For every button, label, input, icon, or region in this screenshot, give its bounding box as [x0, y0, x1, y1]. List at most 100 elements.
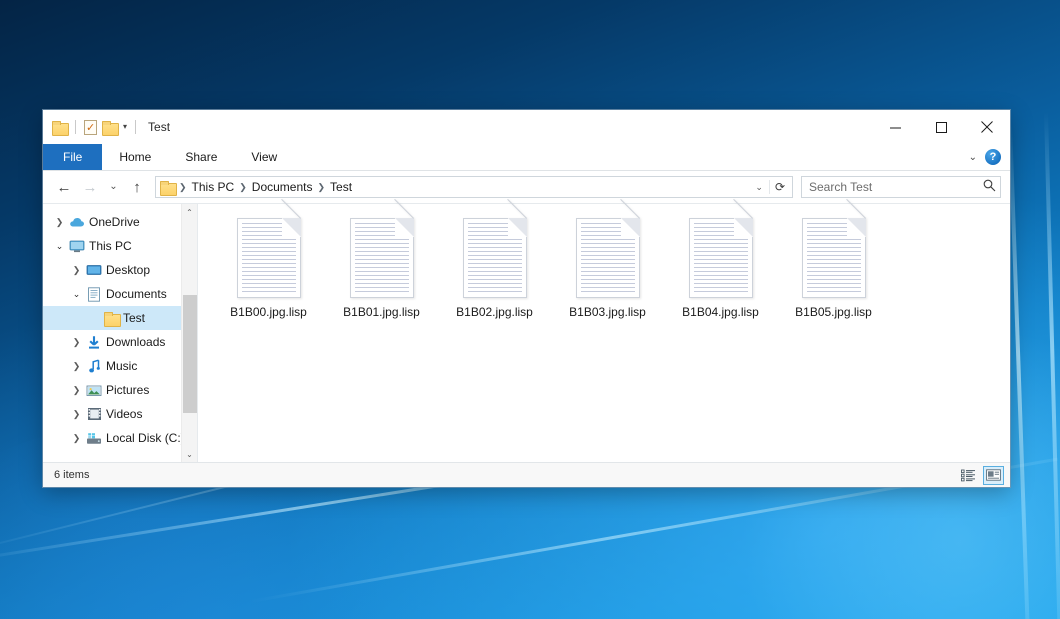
document-icon [689, 218, 753, 298]
breadcrumb-item-documents[interactable]: Documents [248, 180, 317, 194]
sidebar-item-label: OneDrive [89, 215, 140, 229]
window-title: Test [148, 120, 170, 134]
file-item[interactable]: B1B04.jpg.lisp [664, 214, 777, 319]
new-folder-icon[interactable] [102, 121, 117, 134]
title-bar: ✓ ▾ Test [43, 110, 1010, 144]
breadcrumb[interactable]: ❯ This PC ❯ Documents ❯ Test ⌄ ⟳ [155, 176, 793, 198]
chevron-right-icon[interactable]: ❯ [68, 385, 85, 396]
file-name: B1B00.jpg.lisp [230, 305, 307, 319]
file-grid: B1B00.jpg.lisp B1B01.jpg.lisp [212, 214, 1010, 319]
quick-access-toolbar: ✓ ▾ [52, 120, 139, 135]
breadcrumb-separator: ❯ [316, 182, 326, 193]
help-icon[interactable]: ? [985, 149, 1001, 165]
sidebar-item-videos[interactable]: ❯ Videos [43, 402, 197, 426]
sidebar-item-label: Pictures [106, 383, 149, 397]
tab-home[interactable]: Home [102, 144, 168, 170]
chevron-right-icon[interactable]: ❯ [68, 337, 85, 348]
file-item[interactable]: B1B00.jpg.lisp [212, 214, 325, 319]
folder-glyph [104, 312, 119, 325]
cloud-icon [68, 216, 86, 228]
sidebar-item-pictures[interactable]: ❯ Pictures [43, 378, 197, 402]
sidebar-item-label: Documents [106, 287, 167, 301]
music-icon [85, 359, 103, 374]
view-mode-buttons [958, 466, 1004, 485]
file-item[interactable]: B1B03.jpg.lisp [551, 214, 664, 319]
file-item[interactable]: B1B05.jpg.lisp [777, 214, 890, 319]
breadcrumb-folder-icon [160, 181, 175, 194]
tab-file[interactable]: File [43, 144, 102, 170]
sidebar-item-label: Local Disk (C:) [106, 431, 185, 445]
file-name: B1B04.jpg.lisp [682, 305, 759, 319]
close-icon[interactable] [964, 110, 1010, 144]
file-explorer-window: ✓ ▾ Test File Home [43, 110, 1010, 487]
chevron-right-icon[interactable]: ❯ [68, 361, 85, 372]
chevron-down-icon[interactable]: ▾ [123, 123, 127, 131]
folder-icon[interactable] [52, 121, 67, 134]
recent-locations-chevron-down-icon[interactable]: ⌄ [104, 175, 123, 199]
chevron-down-icon[interactable]: ⌄ [68, 289, 85, 300]
minimize-icon[interactable] [872, 110, 918, 144]
navigation-pane: ❯ OneDrive ⌄ This PC ❯ [43, 204, 198, 462]
videos-icon [85, 407, 103, 421]
file-item[interactable]: B1B02.jpg.lisp [438, 214, 551, 319]
chevron-right-icon[interactable]: ❯ [51, 217, 68, 228]
breadcrumb-item-test[interactable]: Test [326, 180, 356, 194]
address-dropdown-chevron-down-icon[interactable]: ⌄ [749, 182, 769, 193]
sidebar-item-this-pc[interactable]: ⌄ This PC [43, 234, 197, 258]
sidebar-item-label: This PC [89, 239, 132, 253]
details-view-button[interactable] [958, 466, 979, 485]
file-name: B1B03.jpg.lisp [569, 305, 646, 319]
sidebar-item-test[interactable]: Test [43, 306, 197, 330]
status-bar: 6 items [43, 462, 1010, 487]
toolbar-divider [135, 120, 136, 134]
sidebar-item-onedrive[interactable]: ❯ OneDrive [43, 210, 197, 234]
toolbar-divider [75, 120, 76, 134]
tab-view[interactable]: View [234, 144, 294, 170]
file-item[interactable]: B1B01.jpg.lisp [325, 214, 438, 319]
scroll-down-icon[interactable]: ⌄ [182, 446, 198, 462]
chevron-right-icon[interactable]: ❯ [68, 433, 85, 444]
refresh-icon[interactable]: ⟳ [769, 180, 790, 194]
file-name: B1B01.jpg.lisp [343, 305, 420, 319]
back-button[interactable]: ← [52, 175, 76, 199]
expand-ribbon-chevron-down-icon[interactable]: ⌄ [969, 152, 977, 163]
address-bar: ← → ⌄ ↑ ❯ This PC ❯ Documents ❯ Test ⌄ ⟳… [43, 171, 1010, 203]
navigation-pane-scrollbar[interactable]: ⌃ ⌄ [181, 204, 197, 462]
monitor-icon [68, 240, 86, 253]
up-button[interactable]: ↑ [125, 175, 149, 199]
desktop-icon [85, 264, 103, 277]
large-icons-view-button[interactable] [983, 466, 1004, 485]
sidebar-item-documents[interactable]: ⌄ Documents [43, 282, 197, 306]
scroll-up-icon[interactable]: ⌃ [182, 204, 198, 220]
file-name: B1B05.jpg.lisp [795, 305, 872, 319]
scrollbar-track[interactable] [182, 220, 198, 446]
sidebar-item-desktop[interactable]: ❯ Desktop [43, 258, 197, 282]
forward-button[interactable]: → [78, 175, 102, 199]
sidebar-item-music[interactable]: ❯ Music [43, 354, 197, 378]
search-input[interactable]: Search Test [809, 180, 983, 194]
chevron-right-icon[interactable]: ❯ [68, 265, 85, 276]
wallpaper-beam [1044, 112, 1060, 619]
download-icon [85, 335, 103, 350]
chevron-down-icon[interactable]: ⌄ [51, 241, 68, 252]
sidebar-item-label: Desktop [106, 263, 150, 277]
sidebar-item-downloads[interactable]: ❯ Downloads [43, 330, 197, 354]
search-box[interactable]: Search Test [801, 176, 1001, 198]
document-icon [802, 218, 866, 298]
sidebar-item-local-disk-c[interactable]: ❯ Local Disk (C:) [43, 426, 197, 450]
sidebar-item-label: Videos [106, 407, 142, 421]
search-icon[interactable] [983, 179, 996, 195]
document-icon [576, 218, 640, 298]
breadcrumb-separator: ❯ [178, 182, 188, 193]
file-list-view[interactable]: B1B00.jpg.lisp B1B01.jpg.lisp [198, 204, 1010, 462]
maximize-icon[interactable] [918, 110, 964, 144]
breadcrumb-item-this-pc[interactable]: This PC [188, 180, 239, 194]
document-icon [350, 218, 414, 298]
scrollbar-thumb[interactable] [183, 295, 197, 413]
explorer-body: ❯ OneDrive ⌄ This PC ❯ [43, 203, 1010, 462]
documents-icon [85, 287, 103, 302]
properties-checkbox-icon[interactable]: ✓ [84, 120, 97, 135]
chevron-right-icon[interactable]: ❯ [68, 409, 85, 420]
drive-icon [85, 432, 103, 445]
tab-share[interactable]: Share [168, 144, 234, 170]
